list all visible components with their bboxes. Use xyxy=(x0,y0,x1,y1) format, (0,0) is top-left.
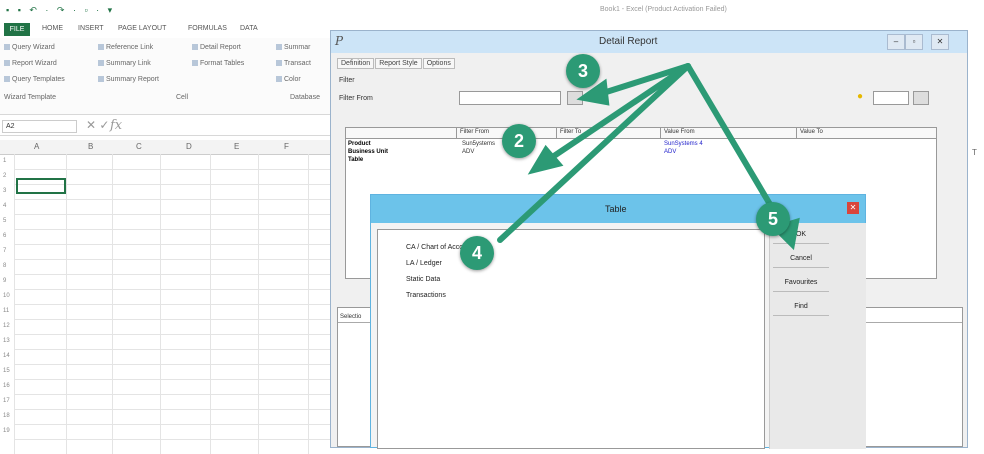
step-badge-3: 3 xyxy=(566,54,600,88)
step-badge-2: 2 xyxy=(502,124,536,158)
annotation-arrows xyxy=(497,63,800,251)
step-badge-4: 4 xyxy=(460,236,494,270)
step-badge-5: 5 xyxy=(756,202,790,236)
